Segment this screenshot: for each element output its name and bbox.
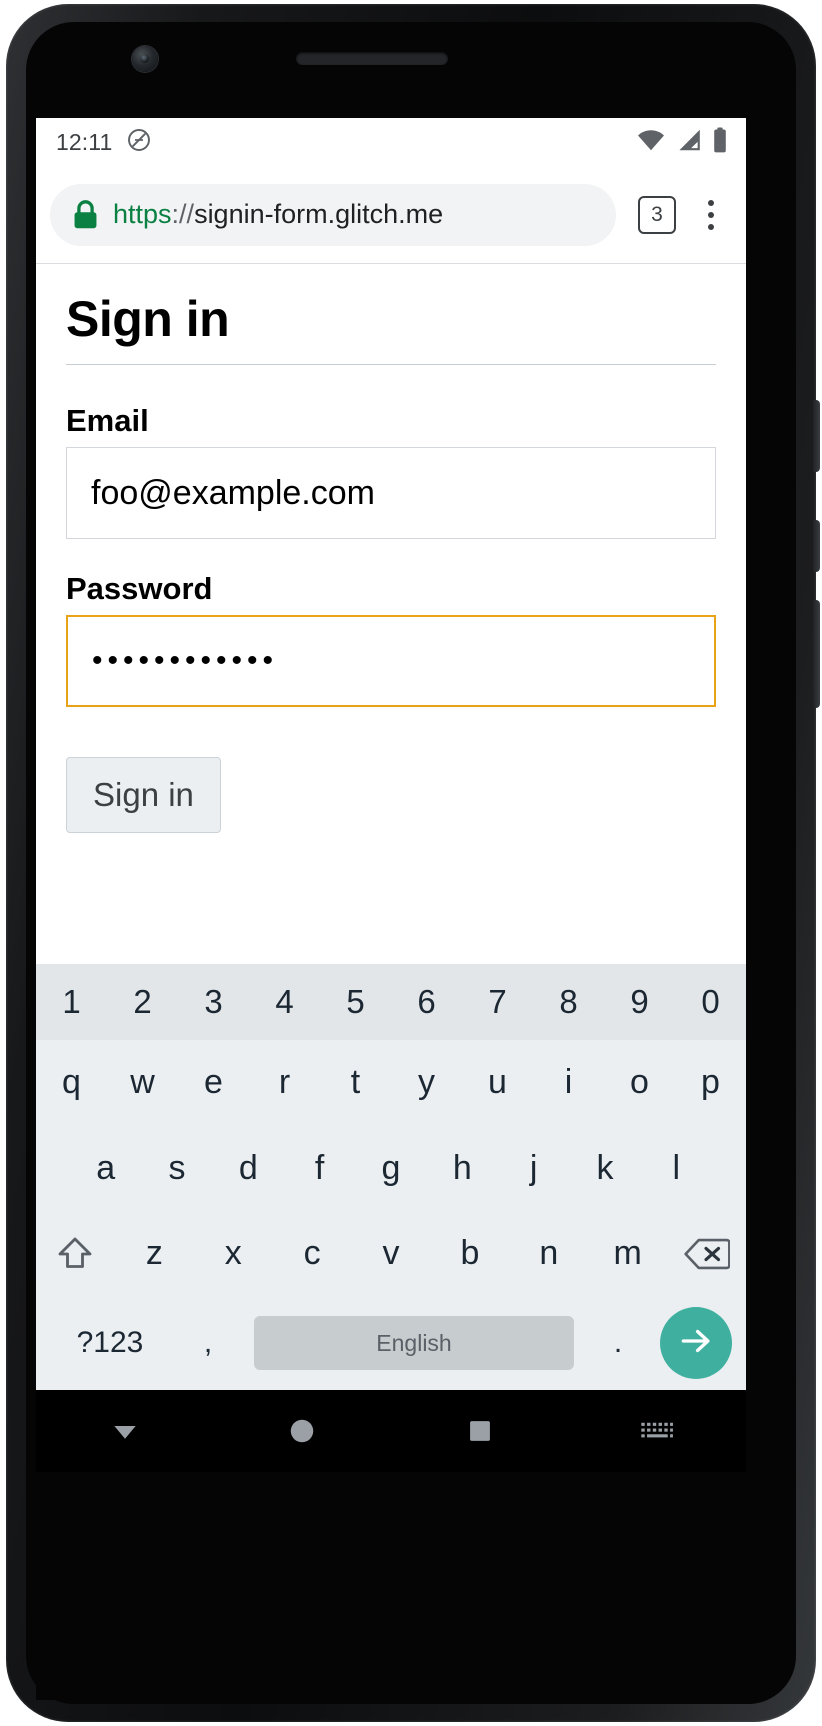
tab-switcher-button[interactable]: 3 (638, 195, 676, 234)
lock-icon (72, 199, 99, 230)
status-bar-left-icons (126, 127, 152, 158)
volume-down-button[interactable] (813, 600, 820, 708)
keyboard-row-asdf: a s d f g h j k l (36, 1125, 746, 1211)
status-bar-right-icons (636, 126, 728, 158)
menu-dot (708, 199, 714, 206)
volume-up-button[interactable] (813, 520, 820, 572)
key-j[interactable]: j (498, 1125, 569, 1211)
title-divider (66, 364, 716, 365)
backspace-icon[interactable] (667, 1211, 746, 1297)
symbols-key[interactable]: ?123 (50, 1326, 170, 1360)
key-n[interactable]: n (509, 1211, 588, 1297)
key-m[interactable]: m (588, 1211, 667, 1297)
keyboard-switcher-icon[interactable] (569, 1419, 747, 1443)
key-s[interactable]: s (141, 1125, 212, 1211)
url-omnibox[interactable]: https://signin-form.glitch.me (50, 183, 616, 246)
key-d[interactable]: d (213, 1125, 284, 1211)
url-separator: :// (171, 199, 195, 229)
spacebar-key[interactable]: English (254, 1316, 574, 1371)
key-4[interactable]: 4 (249, 983, 320, 1021)
key-y[interactable]: y (391, 1040, 462, 1126)
phone-chin (36, 1472, 746, 1700)
android-navigation-bar (36, 1390, 746, 1472)
key-5[interactable]: 5 (320, 983, 391, 1021)
phone-screen: 12:11 https://signin-form.glitch.me 3 Si… (36, 118, 746, 1390)
key-l[interactable]: l (641, 1125, 712, 1211)
key-e[interactable]: e (178, 1040, 249, 1126)
key-a[interactable]: a (70, 1125, 141, 1211)
overflow-menu-icon[interactable] (690, 192, 732, 238)
key-3[interactable]: 3 (178, 983, 249, 1021)
browser-toolbar: https://signin-form.glitch.me 3 (36, 166, 746, 264)
keyboard-row-qwerty: q w e r t y u i o p (36, 1040, 746, 1126)
key-7[interactable]: 7 (462, 983, 533, 1021)
key-q[interactable]: q (36, 1040, 107, 1126)
cellular-signal-icon (675, 128, 703, 157)
earpiece-speaker (296, 52, 448, 65)
enter-key[interactable] (660, 1307, 732, 1380)
web-page-content: Sign in Email foo@example.com Password •… (36, 264, 746, 914)
front-camera (132, 46, 158, 72)
key-t[interactable]: t (320, 1040, 391, 1126)
key-i[interactable]: i (533, 1040, 604, 1126)
key-v[interactable]: v (352, 1211, 431, 1297)
password-field-label: Password (66, 571, 213, 606)
url-text: https://signin-form.glitch.me (113, 199, 443, 230)
do-not-disturb-icon (126, 127, 152, 158)
status-bar: 12:11 (36, 118, 746, 166)
key-g[interactable]: g (355, 1125, 426, 1211)
password-input[interactable]: •••••••••••• (66, 615, 716, 707)
key-x[interactable]: x (194, 1211, 273, 1297)
sign-in-button[interactable]: Sign in (66, 757, 221, 833)
email-field-label: Email (66, 403, 149, 438)
comma-key[interactable]: , (170, 1326, 246, 1360)
email-input[interactable]: foo@example.com (66, 447, 716, 539)
period-key[interactable]: . (582, 1326, 654, 1360)
key-w[interactable]: w (107, 1040, 178, 1126)
key-u[interactable]: u (462, 1040, 533, 1126)
home-icon[interactable] (214, 1416, 392, 1446)
key-2[interactable]: 2 (107, 983, 178, 1021)
key-b[interactable]: b (430, 1211, 509, 1297)
url-host: signin-form.glitch.me (194, 199, 444, 229)
key-8[interactable]: 8 (533, 983, 604, 1021)
key-0[interactable]: 0 (675, 983, 746, 1021)
key-9[interactable]: 9 (604, 983, 675, 1021)
page-title: Sign in (66, 291, 230, 347)
wifi-icon (636, 128, 666, 157)
keyboard-number-row: 1 2 3 4 5 6 7 8 9 0 (36, 964, 746, 1040)
key-c[interactable]: c (273, 1211, 352, 1297)
keyboard-row-zxcv: z x c v b n m (36, 1211, 746, 1297)
shift-icon[interactable] (36, 1211, 115, 1297)
power-button[interactable] (813, 400, 820, 472)
key-o[interactable]: o (604, 1040, 675, 1126)
battery-icon (712, 126, 728, 158)
back-dismiss-keyboard-icon[interactable] (36, 1414, 214, 1448)
key-6[interactable]: 6 (391, 983, 462, 1021)
arrow-right-icon (677, 1322, 715, 1365)
key-k[interactable]: k (569, 1125, 640, 1211)
key-p[interactable]: p (675, 1040, 746, 1126)
virtual-keyboard: 1 2 3 4 5 6 7 8 9 0 q w e r t y u i o p … (36, 964, 746, 1390)
email-field-group: Email foo@example.com (66, 403, 716, 539)
keyboard-bottom-row: ?123 , English . (36, 1296, 746, 1390)
key-f[interactable]: f (284, 1125, 355, 1211)
menu-dot (708, 223, 714, 230)
key-h[interactable]: h (427, 1125, 498, 1211)
password-field-group: Password •••••••••••• (66, 571, 716, 707)
recents-icon[interactable] (391, 1417, 569, 1445)
url-scheme: https (113, 199, 172, 229)
key-r[interactable]: r (249, 1040, 320, 1126)
key-1[interactable]: 1 (36, 983, 107, 1021)
key-z[interactable]: z (115, 1211, 194, 1297)
status-bar-clock: 12:11 (56, 128, 113, 155)
password-masked-value: •••••••••••• (92, 644, 279, 677)
menu-dot (708, 211, 714, 218)
